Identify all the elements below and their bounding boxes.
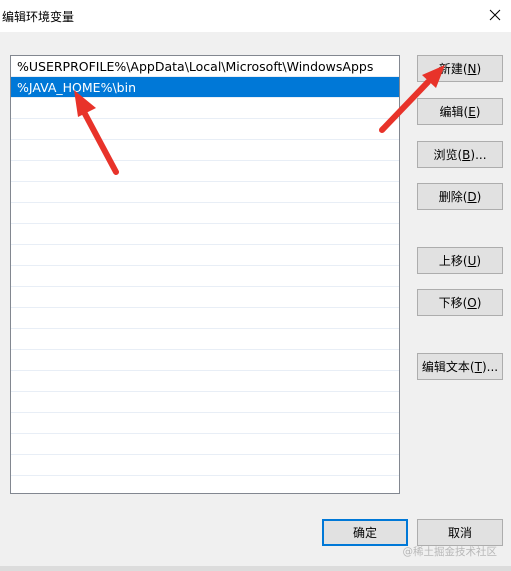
edit-button-key: E	[468, 104, 476, 119]
move-down-button-key: O	[467, 295, 477, 310]
empty-list-row[interactable]	[11, 203, 399, 224]
window-title: 编辑环境变量	[2, 10, 75, 24]
delete-button-end: )	[476, 189, 482, 204]
list-item-selected[interactable]: %JAVA_HOME%\bin	[11, 77, 399, 98]
empty-list-row[interactable]	[11, 350, 399, 371]
empty-list-row[interactable]	[11, 413, 399, 434]
bottom-divider	[0, 566, 511, 571]
move-down-button[interactable]: 下移(O)	[417, 289, 503, 316]
move-up-button-end: )	[476, 253, 482, 268]
edit-text-button-key: T	[474, 359, 482, 374]
delete-button-key: D	[467, 189, 477, 204]
title-bar: 编辑环境变量	[0, 0, 511, 32]
empty-list-row[interactable]	[11, 371, 399, 392]
empty-list-row[interactable]	[11, 245, 399, 266]
delete-button-label: 删除(	[438, 190, 468, 204]
empty-list-row[interactable]	[11, 329, 399, 350]
edit-env-var-dialog: 编辑环境变量 %USERPROFILE%\AppData\Local\Micro…	[0, 0, 511, 571]
cancel-button-label: 取消	[447, 526, 472, 540]
empty-list-row[interactable]	[11, 98, 399, 119]
browse-button-end: )...	[470, 147, 487, 162]
edit-button[interactable]: 编辑(E)	[417, 98, 503, 125]
list-item-text: %USERPROFILE%\AppData\Local\Microsoft\Wi…	[17, 59, 374, 74]
empty-list-row[interactable]	[11, 224, 399, 245]
edit-text-button[interactable]: 编辑文本(T)...	[417, 353, 503, 380]
ok-button-label: 确定	[352, 526, 377, 540]
edit-button-label: 编辑(	[439, 105, 469, 119]
close-icon	[489, 9, 501, 24]
new-button-key: N	[467, 61, 477, 76]
empty-list-row[interactable]	[11, 476, 399, 493]
browse-button-key: B	[462, 147, 471, 162]
empty-list-row[interactable]	[11, 161, 399, 182]
new-button[interactable]: 新建(N)	[417, 55, 503, 82]
empty-list-row[interactable]	[11, 434, 399, 455]
browse-button[interactable]: 浏览(B)...	[417, 141, 503, 168]
browse-button-label: 浏览(	[433, 148, 463, 162]
delete-button[interactable]: 删除(D)	[417, 183, 503, 210]
empty-list-row[interactable]	[11, 182, 399, 203]
ok-button[interactable]: 确定	[322, 519, 408, 546]
empty-list-row[interactable]	[11, 287, 399, 308]
move-up-button-key: U	[467, 253, 477, 268]
empty-list-row[interactable]	[11, 308, 399, 329]
empty-list-row[interactable]	[11, 266, 399, 287]
path-list[interactable]: %USERPROFILE%\AppData\Local\Microsoft\Wi…	[10, 55, 400, 494]
new-button-end: )	[476, 61, 482, 76]
edit-text-button-end: )...	[481, 359, 499, 374]
list-item-text: %JAVA_HOME%\bin	[17, 80, 136, 95]
empty-list-row[interactable]	[11, 140, 399, 161]
new-button-label: 新建(	[438, 62, 468, 76]
move-up-button[interactable]: 上移(U)	[417, 247, 503, 274]
empty-list-row[interactable]	[11, 119, 399, 140]
move-up-button-label: 上移(	[438, 254, 468, 268]
edit-text-button-label: 编辑文本(	[421, 360, 475, 374]
empty-list-row[interactable]	[11, 392, 399, 413]
cancel-button[interactable]: 取消	[417, 519, 503, 546]
list-item[interactable]: %USERPROFILE%\AppData\Local\Microsoft\Wi…	[11, 56, 399, 77]
empty-list-row[interactable]	[11, 455, 399, 476]
move-down-button-end: )	[476, 295, 482, 310]
watermark: @稀土掘金技术社区	[402, 546, 498, 558]
edit-button-end: )	[475, 104, 481, 119]
move-down-button-label: 下移(	[438, 296, 468, 310]
close-button[interactable]	[479, 0, 511, 32]
